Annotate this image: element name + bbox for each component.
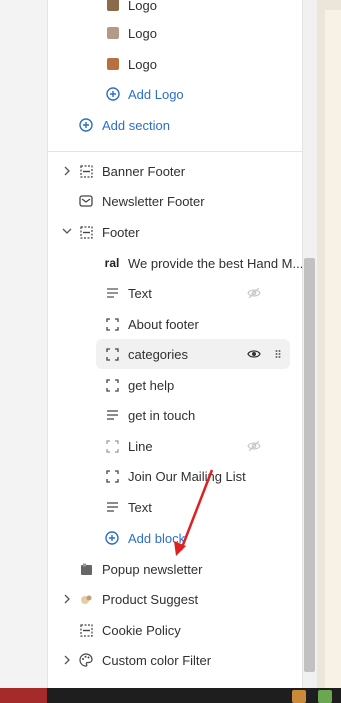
add-section-button[interactable]: Add section (48, 110, 302, 140)
plus-circle-icon (104, 530, 120, 546)
section-divider (48, 151, 302, 152)
block-label: categories (128, 346, 188, 362)
logo-item[interactable]: Logo (48, 18, 302, 48)
layout-icon (78, 622, 94, 638)
add-section-label: Add section (102, 117, 170, 133)
block-label: Text (128, 499, 152, 515)
block-label: get in touch (128, 407, 196, 423)
plus-circle-icon (105, 86, 121, 102)
add-logo-label: Add Logo (128, 86, 184, 102)
section-label: Custom color Filter (102, 652, 212, 668)
block-item[interactable]: Join Our Mailing List (48, 461, 302, 491)
block-label: get help (128, 377, 175, 393)
section-footer[interactable]: Footer (48, 217, 302, 247)
block-label: About footer (128, 316, 199, 332)
block-label: Join Our Mailing List (128, 468, 246, 484)
eye-icon[interactable] (246, 346, 262, 362)
image-thumbnail-icon (105, 0, 121, 13)
block-item[interactable]: get help (48, 370, 302, 400)
envelope-icon (78, 193, 94, 209)
section-label: Cookie Policy (102, 622, 181, 638)
dashed-square-icon (104, 377, 120, 393)
layout-icon (78, 163, 94, 179)
section-product-suggest[interactable]: Product Suggest (48, 584, 302, 614)
dashed-square-icon (104, 346, 120, 362)
image-thumbnail-icon (105, 56, 121, 72)
section-newsletter-footer[interactable]: Newsletter Footer (48, 186, 302, 216)
block-item[interactable]: About footer (48, 309, 302, 339)
eye-hidden-icon[interactable] (246, 438, 262, 454)
section-banner-footer[interactable]: Banner Footer (48, 156, 302, 186)
image-thumbnail-icon (105, 25, 121, 41)
taskbar-start-area[interactable] (0, 688, 47, 703)
block-item[interactable]: ral We provide the best Hand M... (48, 248, 302, 278)
section-custom-color-filter[interactable]: Custom color Filter (48, 645, 302, 675)
block-item[interactable]: get in touch (48, 400, 302, 430)
block-item[interactable]: Text (48, 492, 302, 522)
taskbar-app-icon[interactable] (292, 690, 306, 703)
taskbar-app-icon[interactable] (318, 690, 332, 703)
drag-handle-icon[interactable] (270, 346, 286, 362)
dashed-square-icon (104, 438, 120, 454)
logo-item-label: Logo (128, 0, 157, 13)
palette-icon (78, 652, 94, 668)
product-icon (78, 591, 94, 607)
popup-icon (78, 561, 94, 577)
text-icon (104, 499, 120, 515)
section-label: Popup newsletter (102, 561, 203, 577)
chevron-right-icon[interactable] (62, 166, 72, 176)
block-label: Line (128, 438, 153, 454)
section-cookie-policy[interactable]: Cookie Policy (48, 615, 302, 645)
dashed-square-icon (104, 316, 120, 332)
add-block-label: Add block (128, 530, 186, 546)
logo-item-label: Logo (128, 25, 157, 41)
add-logo-button[interactable]: Add Logo (48, 79, 302, 109)
block-item-hovered[interactable]: categories (96, 339, 290, 369)
section-label: Newsletter Footer (102, 193, 205, 209)
scrollbar-thumb[interactable] (304, 258, 315, 672)
section-popup-newsletter[interactable]: Popup newsletter (48, 554, 302, 584)
os-taskbar (0, 688, 341, 703)
chevron-right-icon[interactable] (62, 655, 72, 665)
section-label: Footer (102, 224, 140, 240)
logo-item[interactable]: Logo (48, 49, 302, 79)
block-item[interactable]: Line (48, 431, 302, 461)
plus-circle-icon (78, 117, 94, 133)
preview-canvas (325, 10, 341, 688)
block-label: Text (128, 285, 152, 301)
logo-item-label: Logo (128, 56, 157, 72)
section-label: Banner Footer (102, 163, 186, 179)
add-block-button[interactable]: Add block (48, 523, 302, 553)
text-icon (104, 285, 120, 301)
chevron-down-icon[interactable] (62, 227, 72, 235)
eye-hidden-icon[interactable] (246, 285, 262, 301)
block-label: We provide the best Hand M... (128, 255, 303, 271)
dashed-square-icon (104, 468, 120, 484)
text-icon (104, 407, 120, 423)
block-item[interactable]: Text (48, 278, 302, 308)
layout-icon (78, 224, 94, 240)
section-label: Product Suggest (102, 591, 199, 607)
logo-item[interactable]: Logo (48, 0, 302, 20)
theme-editor-sidebar: Logo Logo Logo Add Logo Add section Bann… (47, 0, 303, 688)
heading-icon: ral (104, 256, 120, 270)
chevron-right-icon[interactable] (62, 594, 72, 604)
